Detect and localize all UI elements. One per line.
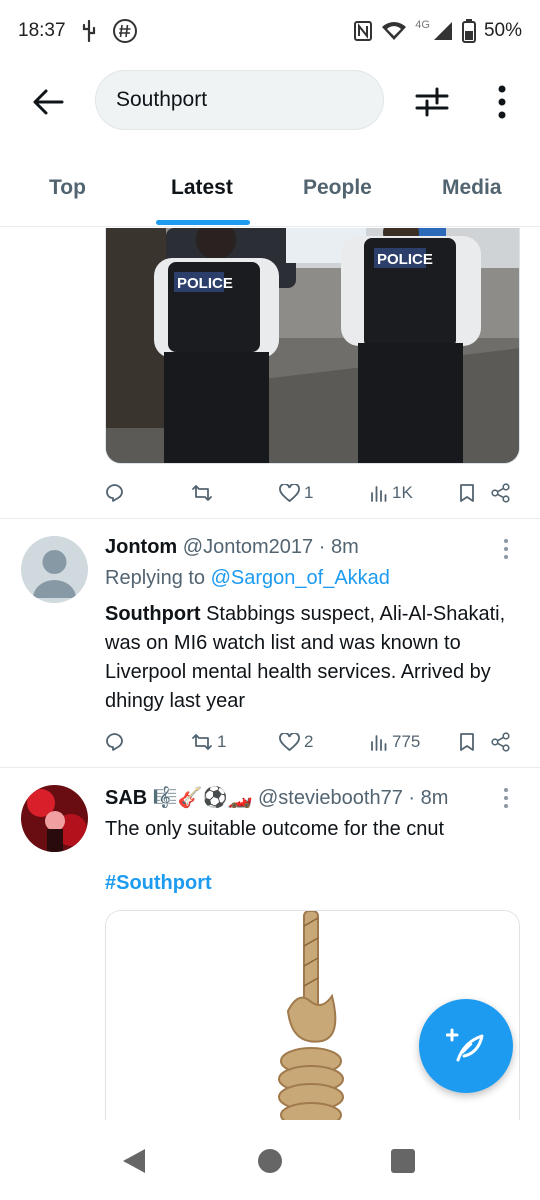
arrow-left-icon [33,89,64,115]
heart-icon [279,483,300,502]
mention-link[interactable]: @Sargon_of_Akkad [211,567,390,589]
handle[interactable]: @Jontom2017 [183,536,313,558]
profile-photo [21,785,88,852]
reply-button[interactable] [105,727,129,757]
search-filter-button[interactable] [410,80,454,124]
hashtag-circle-icon [112,18,138,44]
share-button[interactable] [491,478,511,508]
retweet-button[interactable] [191,478,217,508]
nav-back-button[interactable] [117,1144,151,1178]
tweet-actions: 1 1K [105,478,525,508]
reply-button[interactable] [105,478,129,508]
like-button[interactable]: 1 [279,478,313,508]
clock: 18:37 [18,20,66,41]
bookmark-icon [460,733,474,751]
tweet-feed[interactable]: POLICE POLICE 1 1K Jontom @Jontom2017 · … [0,228,540,1120]
vertical-dots-icon [498,85,506,119]
square-recents-icon [391,1149,415,1173]
tweet-header: SAB 🎼🎸⚽🏎️ @steviebooth77 · 8m [105,785,448,810]
status-bar: 18:37 4G 50% [0,0,540,62]
views-button[interactable]: 1K [370,478,413,508]
tab-latest[interactable]: Latest [171,176,233,200]
system-nav-bar [0,1120,540,1200]
cactus-icon [78,19,100,43]
tweet-photo[interactable]: POLICE POLICE [105,228,520,464]
circle-home-icon [258,1149,282,1173]
bookmark-icon [460,484,474,502]
more-options-button[interactable] [484,80,520,124]
bookmark-button[interactable] [459,727,475,757]
views-chart-icon [371,735,387,751]
police-label-right: POLICE [377,251,433,268]
timestamp: · 8m [318,536,359,558]
avatar[interactable] [21,785,88,852]
reply-icon [106,484,123,502]
highlight-term: Southport [105,603,201,625]
active-tab-indicator [156,220,250,225]
tab-top[interactable]: Top [49,176,86,200]
nav-home-button[interactable] [253,1144,287,1178]
display-name[interactable]: Jontom [105,536,177,558]
views-button[interactable]: 775 [370,727,420,757]
tweet-menu-button[interactable] [498,534,514,564]
like-button[interactable]: 2 [279,727,313,757]
police-label-left: POLICE [177,275,233,292]
network-label: 4G [415,19,430,31]
triangle-back-icon [123,1149,145,1173]
tab-people[interactable]: People [303,176,372,200]
tweet-header: Jontom @Jontom2017 · 8m [105,536,359,559]
retweet-icon [192,485,212,501]
officer-right: POLICE [341,228,481,463]
hashtag-link[interactable]: #Southport [105,872,212,895]
share-button[interactable] [491,727,511,757]
search-input[interactable]: Southport [95,70,384,130]
nav-recents-button[interactable] [386,1144,420,1178]
share-icon [491,732,510,752]
tweet-menu-button[interactable] [498,783,514,813]
sliders-icon [415,87,449,117]
retweet-icon [192,734,212,750]
battery-level: 50% [483,20,522,41]
officer-left: POLICE [154,228,279,463]
display-name[interactable]: SAB 🎼🎸⚽🏎️ [105,787,252,809]
search-tabs: Top Latest People Media [0,150,540,227]
back-button[interactable] [28,82,68,122]
compose-tweet-button[interactable] [419,999,513,1093]
reply-icon [106,733,123,751]
tab-media[interactable]: Media [442,176,502,200]
handle[interactable]: @steviebooth77 [258,787,403,809]
timestamp: · 8m [408,787,449,809]
replying-to: Replying to @Sargon_of_Akkad [105,567,390,589]
tweet-text: Southport Stabbings suspect, Ali-Al-Shak… [105,603,506,712]
wifi-icon [381,20,407,42]
tweet-actions: 1 2 775 [105,727,525,757]
share-icon [491,483,510,503]
avatar[interactable] [21,536,88,603]
signal-icon [432,20,454,42]
search-header: Southport [0,62,540,140]
views-chart-icon [371,486,387,502]
compose-feather-icon [446,1028,484,1062]
heart-icon [279,732,300,751]
nfc-icon [353,20,373,42]
default-avatar-icon [21,536,88,603]
tweet-text: The only suitable outcome for the cnut [105,818,445,840]
battery-icon [461,19,476,43]
search-query: Southport [116,88,208,111]
bookmark-button[interactable] [459,478,475,508]
retweet-button[interactable]: 1 [191,727,226,757]
